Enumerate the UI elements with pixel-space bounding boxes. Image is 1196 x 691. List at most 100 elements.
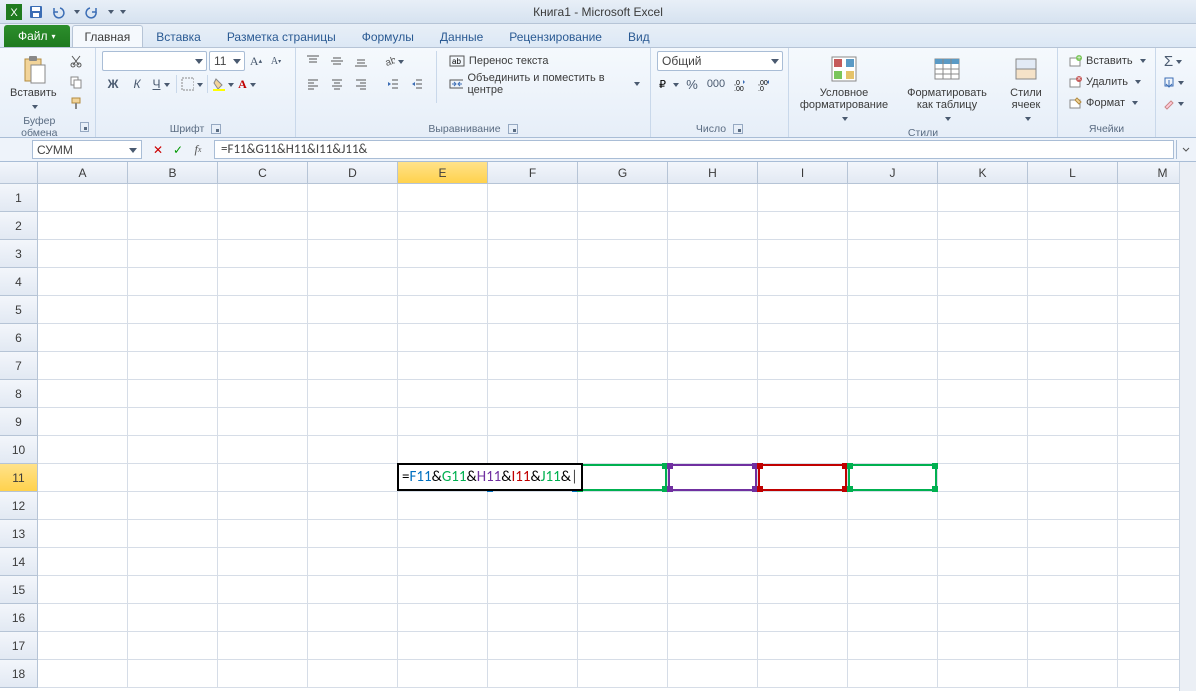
cell-D10[interactable] [308,436,398,464]
cell-A18[interactable] [38,660,128,688]
merge-center-button[interactable]: Объединить и поместить в центре [445,74,644,94]
cell-H5[interactable] [668,296,758,324]
cell-L18[interactable] [1028,660,1118,688]
cell-B12[interactable] [128,492,218,520]
row-header-13[interactable]: 13 [0,520,38,548]
cell-G4[interactable] [578,268,668,296]
cell-H14[interactable] [668,548,758,576]
italic-button[interactable]: К [126,74,148,94]
cell-C2[interactable] [218,212,308,240]
cell-K11[interactable] [938,464,1028,492]
row-header-7[interactable]: 7 [0,352,38,380]
cell-I17[interactable] [758,632,848,660]
cell-H9[interactable] [668,408,758,436]
cell-L4[interactable] [1028,268,1118,296]
cell-F6[interactable] [488,324,578,352]
format-cells-button[interactable]: Формат [1064,93,1142,113]
cell-C9[interactable] [218,408,308,436]
cell-A11[interactable] [38,464,128,492]
cell-D12[interactable] [308,492,398,520]
cell-I12[interactable] [758,492,848,520]
cell-B7[interactable] [128,352,218,380]
column-header-A[interactable]: A [38,162,128,184]
row-header-4[interactable]: 4 [0,268,38,296]
font-name-combo[interactable] [102,51,207,71]
cell-I16[interactable] [758,604,848,632]
cell-K12[interactable] [938,492,1028,520]
redo-dropdown[interactable] [104,2,114,22]
number-format-combo[interactable]: Общий [657,51,783,71]
cell-K2[interactable] [938,212,1028,240]
cell-A4[interactable] [38,268,128,296]
cell-I4[interactable] [758,268,848,296]
cell-K16[interactable] [938,604,1028,632]
cell-H12[interactable] [668,492,758,520]
cell-G16[interactable] [578,604,668,632]
cell-I3[interactable] [758,240,848,268]
cell-C8[interactable] [218,380,308,408]
cell-D16[interactable] [308,604,398,632]
cell-B4[interactable] [128,268,218,296]
column-header-L[interactable]: L [1028,162,1118,184]
row-header-12[interactable]: 12 [0,492,38,520]
cell-E1[interactable] [398,184,488,212]
name-box[interactable]: СУММ [32,140,142,159]
row-header-5[interactable]: 5 [0,296,38,324]
cell-H16[interactable] [668,604,758,632]
cell-D4[interactable] [308,268,398,296]
copy-icon[interactable] [65,72,87,92]
tab-view[interactable]: Вид [615,25,663,47]
cell-G3[interactable] [578,240,668,268]
font-launcher[interactable] [211,124,221,134]
cell-B11[interactable] [128,464,218,492]
cell-B16[interactable] [128,604,218,632]
cell-I10[interactable] [758,436,848,464]
cell-I15[interactable] [758,576,848,604]
cell-J5[interactable] [848,296,938,324]
cell-D3[interactable] [308,240,398,268]
cell-L3[interactable] [1028,240,1118,268]
cell-D5[interactable] [308,296,398,324]
cell-J3[interactable] [848,240,938,268]
bold-button[interactable]: Ж [102,74,124,94]
cell-J2[interactable] [848,212,938,240]
worksheet[interactable]: ABCDEFGHIJKLM 12345678910111213141516171… [0,162,1196,691]
borders-icon[interactable] [181,74,203,94]
underline-button[interactable]: Ч [150,74,172,94]
shrink-font-icon[interactable]: A▾ [267,52,285,70]
cell-A16[interactable] [38,604,128,632]
qat-customize[interactable] [116,2,126,22]
cell-I14[interactable] [758,548,848,576]
cell-H17[interactable] [668,632,758,660]
comma-style-icon[interactable]: 000 [705,74,727,94]
cell-L1[interactable] [1028,184,1118,212]
cell-F3[interactable] [488,240,578,268]
cell-G7[interactable] [578,352,668,380]
cell-A15[interactable] [38,576,128,604]
cell-E2[interactable] [398,212,488,240]
cell-G1[interactable] [578,184,668,212]
active-cell-editor[interactable]: =F11&G11&H11&I11&J11&| [397,463,583,491]
cell-H10[interactable] [668,436,758,464]
column-header-G[interactable]: G [578,162,668,184]
delete-cells-button[interactable]: × Удалить [1064,72,1145,92]
cell-J6[interactable] [848,324,938,352]
cell-F16[interactable] [488,604,578,632]
conditional-formatting-button[interactable]: Условное форматирование [795,51,893,127]
cell-A8[interactable] [38,380,128,408]
cell-E7[interactable] [398,352,488,380]
cell-L17[interactable] [1028,632,1118,660]
cell-J9[interactable] [848,408,938,436]
cell-J18[interactable] [848,660,938,688]
row-header-9[interactable]: 9 [0,408,38,436]
cell-D2[interactable] [308,212,398,240]
cell-D7[interactable] [308,352,398,380]
column-header-H[interactable]: H [668,162,758,184]
cell-K1[interactable] [938,184,1028,212]
cell-I2[interactable] [758,212,848,240]
cell-F1[interactable] [488,184,578,212]
cell-J8[interactable] [848,380,938,408]
cell-C4[interactable] [218,268,308,296]
cell-K15[interactable] [938,576,1028,604]
cell-A3[interactable] [38,240,128,268]
